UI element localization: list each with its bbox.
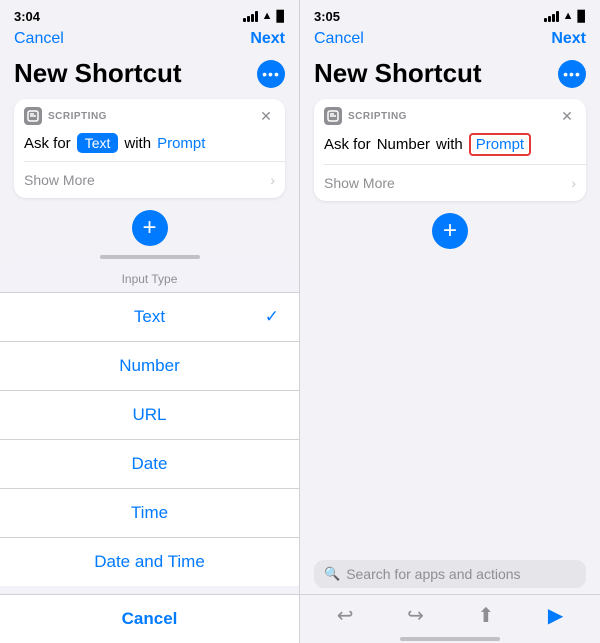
show-more-label-left: Show More [24, 172, 95, 188]
time-right: 3:05 [314, 9, 340, 24]
dropdown-cancel[interactable]: Cancel [0, 594, 299, 643]
show-more-right[interactable]: Show More › [314, 165, 586, 201]
search-placeholder: Search for apps and actions [346, 566, 520, 582]
with-text-left: with [124, 135, 151, 152]
status-icons-left: ▲ ▉ [243, 10, 285, 23]
cancel-button-right[interactable]: Cancel [314, 30, 364, 48]
more-button-left[interactable]: ••• [257, 60, 285, 88]
scripting-label-left: SCRIPTING [48, 111, 251, 122]
page-title-left: New Shortcut [14, 58, 247, 89]
time-left: 3:04 [14, 9, 40, 24]
chevron-right-icon-right: › [571, 175, 576, 191]
scripting-label-right: SCRIPTING [348, 111, 552, 122]
next-button-left[interactable]: Next [250, 30, 285, 48]
add-button-left[interactable]: + [132, 210, 168, 246]
dropdown-label-2: URL [132, 405, 166, 425]
home-indicator-right [300, 638, 600, 643]
add-button-right[interactable]: + [432, 213, 468, 249]
type-tag-right[interactable]: Number [377, 136, 430, 153]
next-button-right[interactable]: Next [551, 30, 586, 48]
dropdown-cancel-label: Cancel [122, 609, 178, 629]
status-icons-right: ▲ ▉ [544, 10, 586, 23]
scripting-icon-right [324, 107, 342, 125]
dropdown-label-0: Text [134, 307, 165, 327]
show-more-label-right: Show More [324, 175, 395, 191]
signal-icon-right [544, 11, 559, 22]
scripting-icon-left [24, 107, 42, 125]
search-bar-row: 🔍 Search for apps and actions [300, 552, 600, 594]
search-bar[interactable]: 🔍 Search for apps and actions [314, 560, 586, 588]
dropdown-item-2[interactable]: URL [0, 390, 299, 439]
dropdown-overlay: Input Type Text ✓ Number URL Date Time [0, 260, 299, 643]
dropdown-label-1: Number [119, 356, 179, 376]
bottom-bar: ↩ ↪ ⬆ ▶ [300, 594, 600, 638]
dropdown-item-5[interactable]: Date and Time [0, 537, 299, 586]
battery-icon-right: ▉ [578, 10, 586, 23]
dropdown-header: Input Type [0, 260, 299, 292]
prompt-text-left[interactable]: Prompt [157, 135, 205, 152]
redo-icon[interactable]: ↪ [407, 603, 424, 628]
right-panel: 3:05 ▲ ▉ Cancel Next New Shortcut ••• [300, 0, 600, 643]
dropdown-item-1[interactable]: Number [0, 341, 299, 390]
dropdown-label-5: Date and Time [94, 552, 205, 572]
type-tag-left[interactable]: Text [77, 133, 119, 153]
card-body-right: Ask for Number with Prompt [314, 129, 586, 164]
title-row-left: New Shortcut ••• [0, 54, 299, 99]
dropdown-label-4: Time [131, 503, 168, 523]
wifi-icon: ▲ [262, 10, 273, 22]
script-card-left: SCRIPTING ✕ Ask for Text with Prompt Sho… [14, 99, 285, 198]
left-panel: 3:04 ▲ ▉ Cancel Next New Shortcut ••• [0, 0, 300, 643]
signal-icon [243, 11, 258, 22]
status-bar-right: 3:05 ▲ ▉ [300, 0, 600, 28]
with-text-right: with [436, 136, 463, 153]
play-icon[interactable]: ▶ [548, 603, 563, 628]
cancel-button-left[interactable]: Cancel [14, 30, 64, 48]
card-body-left: Ask for Text with Prompt [14, 129, 285, 161]
title-row-right: New Shortcut ••• [300, 54, 600, 99]
dropdown-item-0[interactable]: Text ✓ [0, 292, 299, 341]
ask-for-text-left: Ask for [24, 135, 71, 152]
page-title-right: New Shortcut [314, 58, 548, 89]
status-bar-left: 3:04 ▲ ▉ [0, 0, 299, 28]
nav-bar-right: Cancel Next [300, 28, 600, 54]
dropdown-item-3[interactable]: Date [0, 439, 299, 488]
close-card-left[interactable]: ✕ [257, 107, 275, 125]
share-icon[interactable]: ⬆ [477, 603, 494, 628]
chevron-right-icon-left: › [270, 172, 275, 188]
show-more-left[interactable]: Show More › [14, 162, 285, 198]
ask-for-text-right: Ask for [324, 136, 371, 153]
more-button-right[interactable]: ••• [558, 60, 586, 88]
dropdown-label-3: Date [132, 454, 168, 474]
search-icon: 🔍 [324, 566, 340, 582]
script-card-right: SCRIPTING ✕ Ask for Number with Prompt S… [314, 99, 586, 201]
undo-icon[interactable]: ↩ [337, 603, 354, 628]
close-card-right[interactable]: ✕ [558, 107, 576, 125]
battery-icon: ▉ [277, 10, 285, 23]
wifi-icon-right: ▲ [563, 10, 574, 22]
prompt-text-right[interactable]: Prompt [469, 133, 531, 156]
checkmark-icon: ✓ [265, 307, 279, 327]
nav-bar-left: Cancel Next [0, 28, 299, 54]
dropdown-item-4[interactable]: Time [0, 488, 299, 537]
